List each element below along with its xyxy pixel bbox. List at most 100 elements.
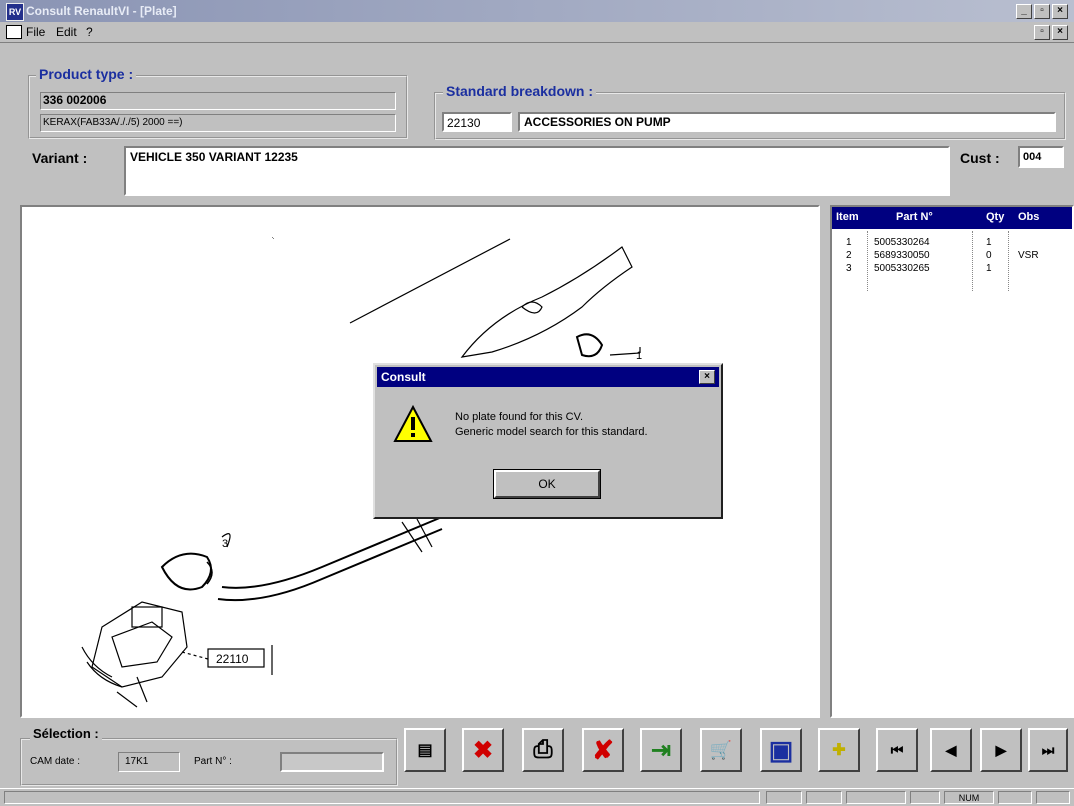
dialog-message-line2: Generic model search for this standard. (455, 426, 648, 438)
pump-fitting (521, 301, 543, 314)
delete-all-button[interactable]: ✖ (462, 728, 504, 772)
display-print-button[interactable]: ▣ (760, 728, 802, 772)
part-number-label: Part N° : (194, 756, 232, 767)
product-code-field: 336 002006 (40, 92, 396, 110)
first-button[interactable]: ⏮ (876, 728, 918, 772)
dialog-title-bar[interactable]: Consult × (377, 367, 719, 387)
pump-upper-part (460, 246, 633, 358)
row-part: 5005330265 (874, 263, 930, 274)
print-icon: ⎙ (533, 736, 553, 763)
status-cell (846, 791, 906, 804)
dialog-message-line1: No plate found for this CV. (455, 411, 584, 423)
cam-date-field[interactable]: 17K1 (118, 752, 180, 772)
dialog-title: Consult (381, 370, 426, 384)
zoom-plus-icon: ✚ (832, 742, 846, 759)
cancel-icon: ✘ (592, 734, 614, 765)
mdi-close-button[interactable]: × (1052, 25, 1068, 40)
cust-field[interactable]: 004 (1018, 146, 1064, 168)
mdi-restore-button[interactable]: ▫ (1034, 25, 1050, 40)
display-print-icon: ▣ (768, 734, 794, 765)
cam-date-label: CAM date : (30, 756, 81, 767)
cart-button[interactable]: 🛒 (700, 728, 742, 772)
product-description: KERAX(FAB33A/././5) 2000 ==) (43, 117, 183, 128)
status-cell (806, 791, 842, 804)
variant-label: Variant : (32, 150, 88, 166)
menu-bar: File Edit ? ▫ × (0, 22, 1074, 43)
document-icon[interactable] (6, 25, 22, 39)
next-button[interactable]: ▶ (980, 728, 1022, 772)
product-description-field: KERAX(FAB33A/././5) 2000 ==) (40, 114, 396, 132)
minimize-button[interactable]: _ (1016, 4, 1032, 19)
breakdown-code: 22130 (447, 116, 481, 130)
part-number-field[interactable] (280, 752, 384, 772)
callout-num2: 1 (636, 350, 642, 362)
cust-value: 004 (1023, 151, 1042, 163)
warning-icon (393, 405, 433, 442)
ok-button-label: OK (494, 470, 600, 498)
print-button[interactable]: ⎙ (522, 728, 564, 772)
pipe-line-upper (349, 238, 511, 324)
callout-num: 3 (222, 538, 228, 550)
exit-door-icon: ⇥ (650, 736, 672, 764)
consult-dialog: Consult × No plate found for this CV. Ge… (373, 363, 723, 519)
parts-list-header: Item Part N° Qty Obs (832, 207, 1072, 229)
parts-list[interactable]: Item Part N° Qty Obs 1 5005330264 1 2 56… (830, 205, 1074, 718)
product-code: 336 002006 (43, 93, 107, 107)
next-icon: ▶ (995, 741, 1007, 758)
breakdown-code-field[interactable]: 22130 (442, 112, 512, 132)
previous-icon: ◀ (945, 741, 957, 758)
previous-button[interactable]: ◀ (930, 728, 972, 772)
app-icon[interactable]: RV (6, 3, 24, 21)
selection-label: Sélection : (30, 726, 102, 741)
breakdown-name: ACCESSORIES ON PUMP (524, 115, 671, 129)
upper-elbow-part (575, 333, 604, 358)
variant-field[interactable]: VEHICLE 350 VARIANT 12235 (124, 146, 950, 196)
row-part: 5689330050 (874, 250, 930, 261)
list-button[interactable]: ▤ (404, 728, 446, 772)
row-obs: VSR (1018, 250, 1039, 261)
menu-edit[interactable]: Edit (56, 25, 77, 39)
status-cell (766, 791, 802, 804)
zoom-plus-button[interactable]: ✚ (818, 728, 860, 772)
header-part-number[interactable]: Part N° (896, 211, 933, 223)
delete-all-icon: ✖ (472, 736, 494, 764)
lower-elbow-fitting (160, 552, 212, 591)
close-button[interactable]: × (1052, 4, 1068, 19)
menu-help[interactable]: ? (86, 25, 93, 39)
status-bar: NUM (0, 788, 1074, 806)
list-icon: ▤ (417, 742, 433, 759)
row-part: 5005330264 (874, 237, 930, 248)
maximize-button[interactable]: ▫ (1034, 4, 1050, 19)
num-indicator: NUM (944, 791, 994, 804)
cust-label: Cust : (960, 150, 1000, 166)
first-icon: ⏮ (890, 741, 904, 758)
exit-button[interactable]: ⇥ (640, 728, 682, 772)
title-bar[interactable]: RV Consult RenaultVI - [Plate] _ ▫ × (0, 0, 1074, 22)
product-type-label: Product type : (36, 66, 137, 82)
row-item: 3 (846, 263, 852, 274)
cart-icon: 🛒 (709, 739, 733, 760)
row-qty: 0 (986, 250, 992, 261)
status-message (4, 791, 760, 804)
ok-button[interactable]: OK (493, 469, 601, 499)
cam-date-value: 17K1 (125, 756, 149, 767)
variant-value: VEHICLE 350 VARIANT 12235 (130, 150, 298, 164)
row-qty: 1 (986, 237, 992, 248)
row-qty: 1 (986, 263, 992, 274)
standard-breakdown-label: Standard breakdown : (443, 83, 597, 99)
header-item[interactable]: Item (836, 211, 859, 223)
breakdown-name-field[interactable]: ACCESSORIES ON PUMP (518, 112, 1056, 132)
cancel-button[interactable]: ✘ (582, 728, 624, 772)
last-icon: ⏭ (1041, 741, 1055, 758)
callout-ref: 22110 (216, 652, 249, 666)
header-obs[interactable]: Obs (1018, 211, 1039, 223)
row-item: 2 (846, 250, 852, 261)
row-item: 1 (846, 237, 852, 248)
window-title: Consult RenaultVI - [Plate] (26, 4, 177, 18)
header-qty[interactable]: Qty (986, 211, 1004, 223)
last-button[interactable]: ⏭ (1028, 728, 1068, 772)
dialog-close-button[interactable]: × (699, 370, 715, 384)
status-cell (910, 791, 940, 804)
status-cell (998, 791, 1032, 804)
menu-file[interactable]: File (26, 25, 45, 39)
